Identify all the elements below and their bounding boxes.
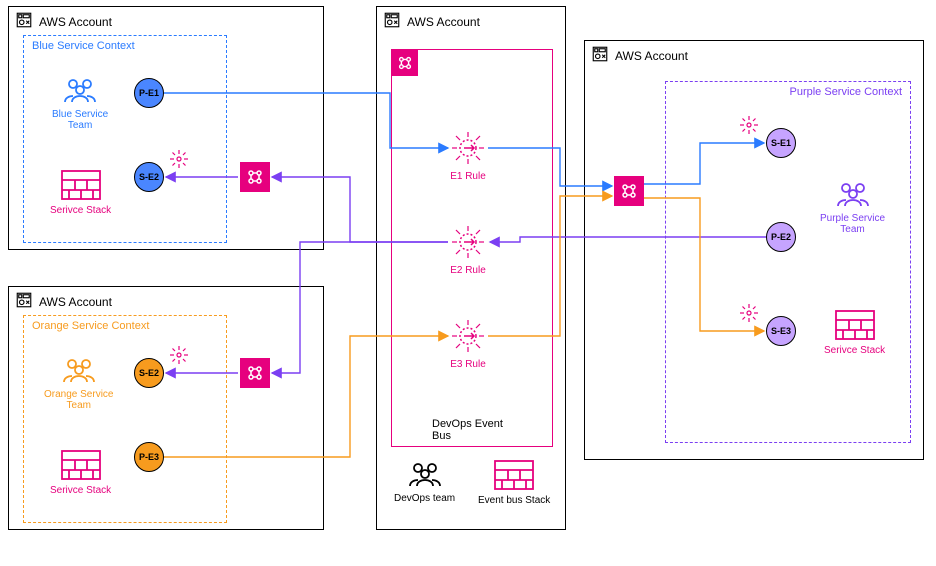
- event-router-blue: [240, 162, 270, 192]
- stack-label: Serivce Stack: [824, 345, 885, 356]
- rule-e1: E1 Rule: [450, 130, 486, 182]
- event-p-e3: P-E3: [134, 442, 164, 472]
- event-spark-icon: [170, 346, 188, 367]
- event-bus-icon: [392, 50, 418, 76]
- purple-team-icon: Purple Service Team: [820, 180, 885, 235]
- account-title: AWS Account: [615, 49, 688, 63]
- stack-label: Serivce Stack: [50, 485, 111, 496]
- orange-team-icon: Orange Service Team: [44, 356, 113, 411]
- context-title: Blue Service Context: [32, 40, 135, 52]
- account-title: AWS Account: [39, 295, 112, 309]
- rule-e3: E3 Rule: [450, 318, 486, 370]
- event-p-e1: P-E1: [134, 78, 164, 108]
- aws-account-purple: AWS Account Purple Service Context: [584, 40, 924, 460]
- aws-account-icon: [15, 11, 33, 32]
- purple-stack-icon: Serivce Stack: [824, 310, 885, 356]
- team-label: Blue Service Team: [52, 109, 108, 131]
- event-s-e2-orange: S-E2: [134, 358, 164, 388]
- event-router-orange: [240, 358, 270, 388]
- account-title: AWS Account: [39, 15, 112, 29]
- rule-label: E1 Rule: [450, 171, 486, 182]
- event-s-e2-blue: S-E2: [134, 162, 164, 192]
- aws-account-icon: [383, 11, 401, 32]
- blue-stack-icon: Serivce Stack: [50, 170, 111, 216]
- rule-label: E3 Rule: [450, 359, 486, 370]
- event-spark-icon: [740, 116, 758, 137]
- aws-account-icon: [591, 45, 609, 66]
- event-bus-stack-icon: Event bus Stack: [478, 460, 550, 506]
- event-s-e1: S-E1: [766, 128, 796, 158]
- event-spark-icon: [170, 150, 188, 171]
- team-label: Purple Service Team: [820, 213, 885, 235]
- rule-e2: E2 Rule: [450, 224, 486, 276]
- team-label: DevOps team: [394, 493, 455, 504]
- aws-account-icon: [15, 291, 33, 312]
- event-router-purple: [614, 176, 644, 206]
- orange-stack-icon: Serivce Stack: [50, 450, 111, 496]
- team-label: Orange Service Team: [44, 389, 113, 411]
- stack-label: Serivce Stack: [50, 205, 111, 216]
- bus-label: DevOps Event Bus: [432, 418, 512, 442]
- event-spark-icon: [740, 304, 758, 325]
- context-title: Orange Service Context: [32, 320, 149, 332]
- account-title: AWS Account: [407, 15, 480, 29]
- stack-label: Event bus Stack: [478, 495, 550, 506]
- event-p-e2: P-E2: [766, 222, 796, 252]
- devops-team-icon: DevOps team: [394, 460, 455, 504]
- event-s-e3: S-E3: [766, 316, 796, 346]
- context-title: Purple Service Context: [790, 86, 903, 98]
- blue-team-icon: Blue Service Team: [52, 76, 108, 131]
- rule-label: E2 Rule: [450, 265, 486, 276]
